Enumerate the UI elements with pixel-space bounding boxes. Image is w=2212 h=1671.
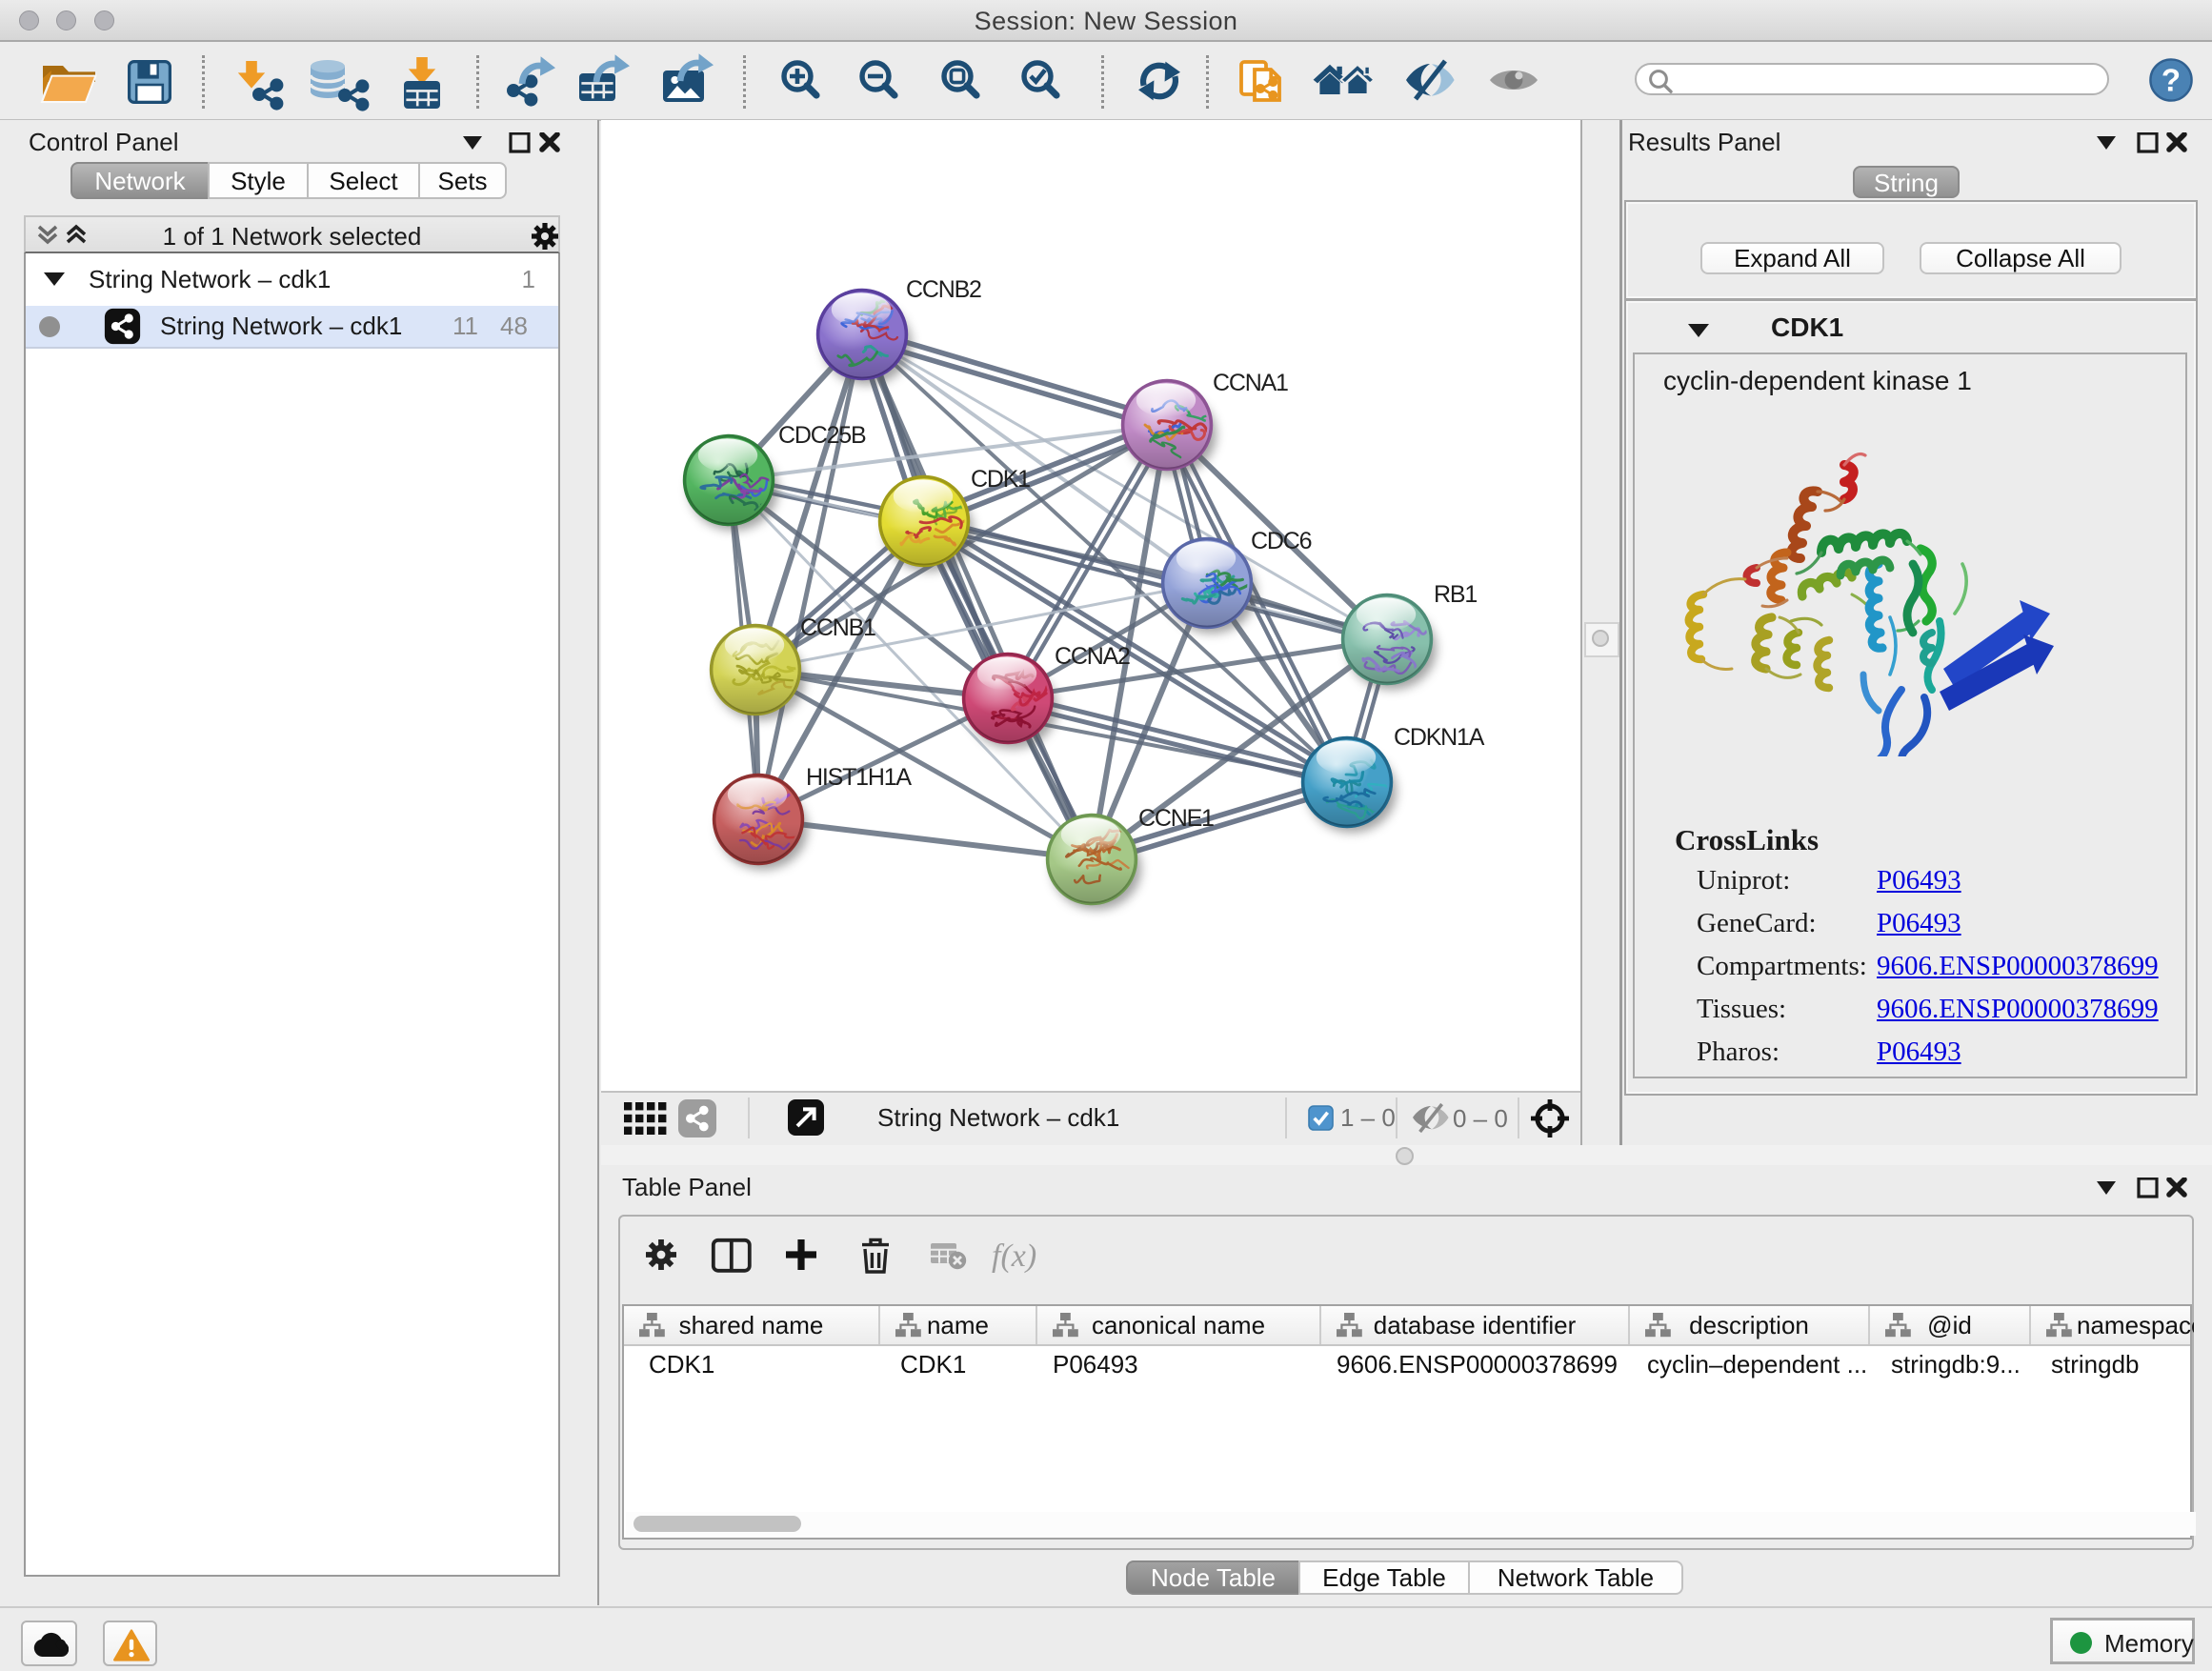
svg-text:CDKN1A: CDKN1A [1394,724,1485,751]
svg-text:CDK1: CDK1 [971,466,1030,493]
svg-text:CCNA1: CCNA1 [1213,370,1288,396]
svg-text:CCNA2: CCNA2 [1055,643,1130,670]
svg-text:0 – 0: 0 – 0 [1453,1104,1508,1133]
svg-text:CDC25B: CDC25B [778,422,866,449]
svg-text:CCNB2: CCNB2 [906,276,981,303]
svg-text:RB1: RB1 [1434,581,1477,608]
svg-text:f(x): f(x) [992,1238,1036,1274]
svg-text:CCNB1: CCNB1 [800,614,875,641]
svg-text:CDC6: CDC6 [1251,528,1312,554]
svg-text:CCNE1: CCNE1 [1138,805,1214,832]
svg-text:HIST1H1A: HIST1H1A [806,764,912,791]
svg-text:?: ? [2162,63,2181,98]
